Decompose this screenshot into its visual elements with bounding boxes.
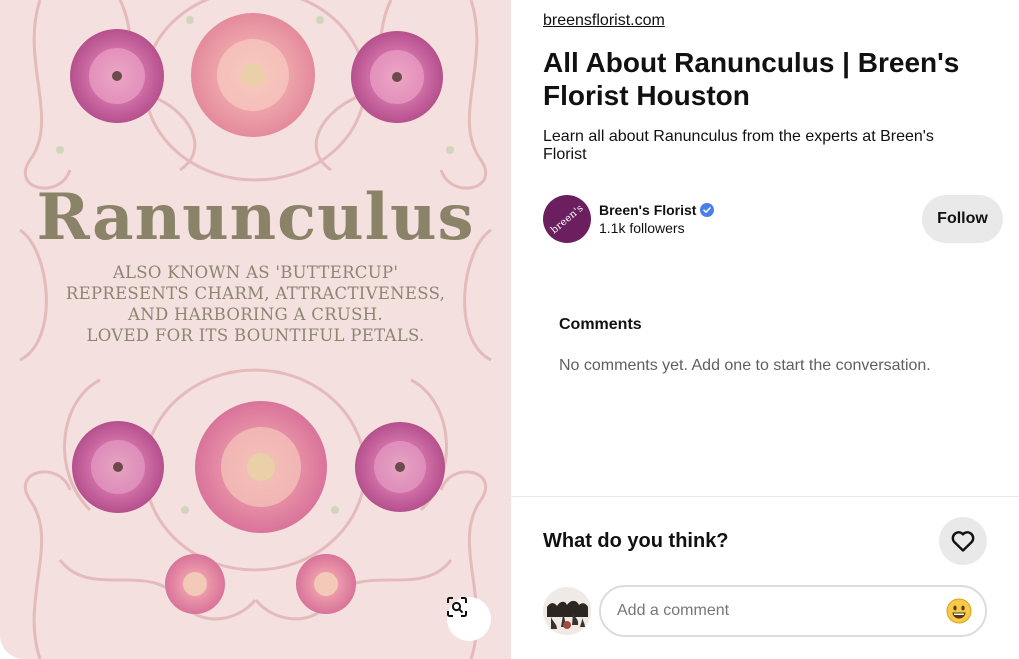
pin-image[interactable]: Ranunculus ALSO KNOWN AS 'BUTTERCUP' REP… [0, 0, 511, 659]
visual-search-icon [447, 597, 467, 617]
comment-composer [599, 585, 987, 637]
like-button[interactable] [939, 517, 987, 565]
user-avatar-image [543, 587, 591, 635]
pin-description: Learn all about Ranunculus from the expe… [543, 128, 934, 163]
verified-badge-icon [700, 203, 715, 217]
creator-avatar-logo: breen's [548, 202, 586, 236]
comment-input[interactable] [617, 587, 937, 635]
follower-count: 1.1k followers [599, 220, 685, 236]
pin-image-line: ALSO KNOWN AS 'BUTTERCUP' [112, 263, 399, 282]
comments-empty-state: No comments yet. Add one to start the co… [559, 357, 931, 374]
pin-details-panel: breensflorist.com All About Ranunculus |… [511, 0, 1019, 659]
creator-card: breen's Breen's Florist 1.1k followers [543, 195, 715, 243]
divider [511, 496, 1019, 497]
current-user-avatar[interactable] [543, 587, 591, 635]
creator-name[interactable]: Breen's Florist [599, 202, 696, 218]
pin-image-line: AND HARBORING A CRUSH. [128, 305, 383, 324]
follow-button[interactable]: Follow [922, 195, 1003, 243]
pin-image-line: REPRESENTS CHARM, ATTRACTIVENESS, [65, 284, 446, 303]
creator-avatar[interactable]: breen's [543, 195, 591, 243]
pin-image-title: Ranunculus [36, 180, 475, 255]
visual-search-button[interactable] [447, 597, 491, 641]
pin-image-caption: ALSO KNOWN AS 'BUTTERCUP' REPRESENTS CHA… [0, 262, 511, 346]
heart-outline-icon [951, 531, 975, 552]
creator-name-row: Breen's Florist [599, 202, 715, 218]
smiley-emoji-icon[interactable] [946, 598, 972, 624]
pin-title: All About Ranunculus | Breen's Florist H… [543, 47, 960, 111]
comments-heading[interactable]: Comments [559, 316, 642, 334]
reaction-prompt: What do you think? [543, 530, 729, 552]
creator-info: Breen's Florist 1.1k followers [599, 202, 715, 236]
source-link[interactable]: breensflorist.com [543, 12, 665, 30]
pin-image-line: LOVED FOR ITS BOUNTIFUL PETALS. [86, 326, 425, 345]
